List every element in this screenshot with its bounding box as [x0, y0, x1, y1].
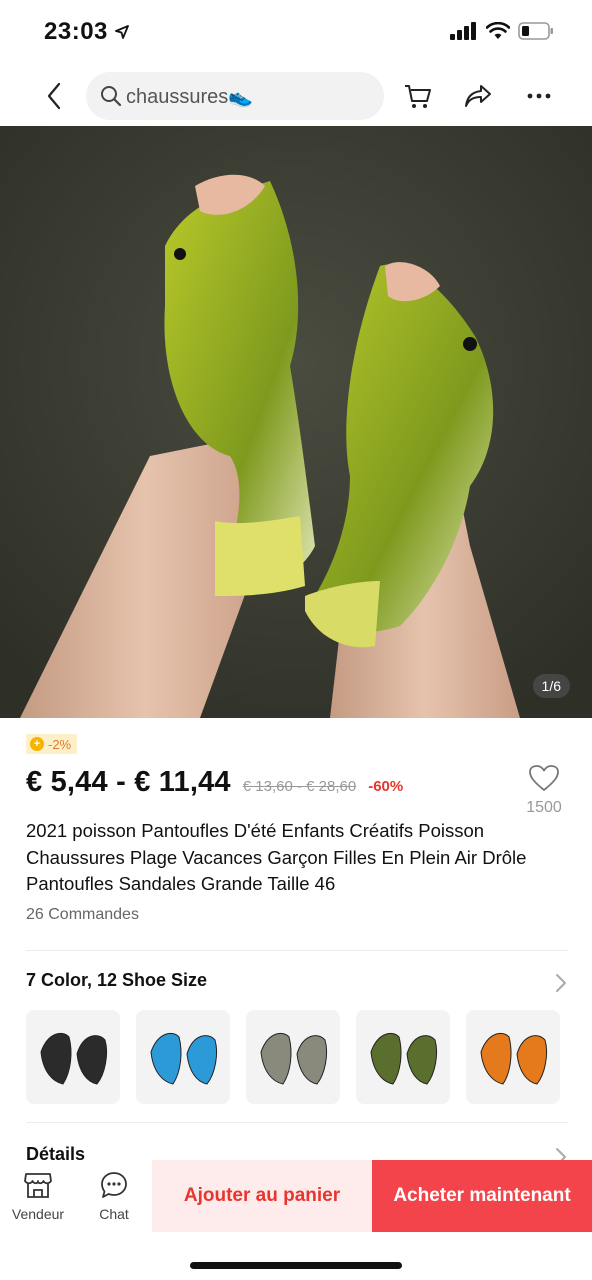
variant-swatches: [26, 1010, 560, 1104]
original-price: € 13,60 - € 28,60: [242, 778, 357, 795]
slipper-thumb-image: [40, 1032, 108, 1085]
price-row: € 5,44 - € 11,44 € 13,60 - € 28,60 -60%: [26, 766, 403, 799]
wishlist-button[interactable]: 1500: [522, 764, 566, 817]
price-range: € 5,44 - € 11,44: [26, 766, 231, 798]
cart-icon: [405, 85, 431, 108]
home-indicator: [190, 1262, 402, 1269]
search-icon: [101, 86, 122, 107]
slipper-thumb-image: [150, 1032, 218, 1085]
buy-now-button[interactable]: Acheter maintenant: [372, 1160, 592, 1232]
discount-percent: -60%: [368, 778, 404, 795]
store-icon: [24, 1173, 52, 1198]
status-bar: 23:03: [0, 0, 592, 68]
store-label: Vendeur: [11, 1206, 65, 1222]
chat-button[interactable]: Chat: [78, 1170, 150, 1222]
discount-badge: + -2%: [26, 734, 78, 754]
chat-bubble-icon: [101, 1172, 127, 1198]
location-arrow-icon: [114, 24, 130, 45]
chevron-right-icon[interactable]: [554, 972, 568, 994]
add-to-cart-button[interactable]: Ajouter au panier: [152, 1160, 372, 1232]
cellular-signal-icon: [450, 22, 478, 45]
coin-icon: +: [30, 737, 44, 751]
divider: [26, 950, 568, 951]
cart-button[interactable]: [400, 78, 436, 114]
back-button[interactable]: [36, 78, 72, 114]
share-button[interactable]: [460, 78, 496, 114]
fish-slippers-photo: [0, 126, 592, 718]
share-icon: [465, 85, 491, 107]
wifi-icon: [485, 21, 511, 45]
nav-bar: chaussures👟: [0, 68, 592, 126]
slipper-thumb-image: [260, 1032, 328, 1085]
slipper-thumb-image: [370, 1032, 438, 1085]
variant-thumb-grey[interactable]: [246, 1010, 340, 1104]
product-title: 2021 poisson Pantoufles D'été Enfants Cr…: [26, 820, 527, 894]
variant-thumb-green[interactable]: [356, 1010, 450, 1104]
variants-heading[interactable]: 7 Color, 12 Shoe Size: [26, 970, 207, 991]
discount-badge-text: -2%: [48, 736, 72, 752]
orders-count: 26 Commandes: [26, 906, 139, 923]
chat-label: Chat: [99, 1206, 129, 1222]
slipper-thumb-image: [480, 1032, 548, 1085]
bottom-action-bar: Vendeur Chat Ajouter au panier Acheter m…: [0, 1160, 592, 1232]
divider: [26, 1122, 568, 1123]
chevron-left-icon: [47, 82, 61, 110]
search-input[interactable]: chaussures👟: [86, 72, 384, 120]
status-time: 23:03: [44, 18, 108, 45]
more-button[interactable]: [521, 78, 557, 114]
heart-icon: [529, 765, 559, 791]
image-counter: 1/6: [532, 674, 570, 698]
product-image[interactable]: 1/6: [0, 126, 592, 718]
wishlist-count: 1500: [526, 799, 562, 816]
variant-thumb-orange[interactable]: [466, 1010, 560, 1104]
variant-thumb-blue[interactable]: [136, 1010, 230, 1104]
store-button[interactable]: Vendeur: [2, 1170, 74, 1222]
variant-thumb-black[interactable]: [26, 1010, 120, 1104]
battery-icon: [518, 22, 554, 45]
more-dots-icon: [527, 93, 551, 99]
search-query: chaussures👟: [126, 85, 254, 108]
